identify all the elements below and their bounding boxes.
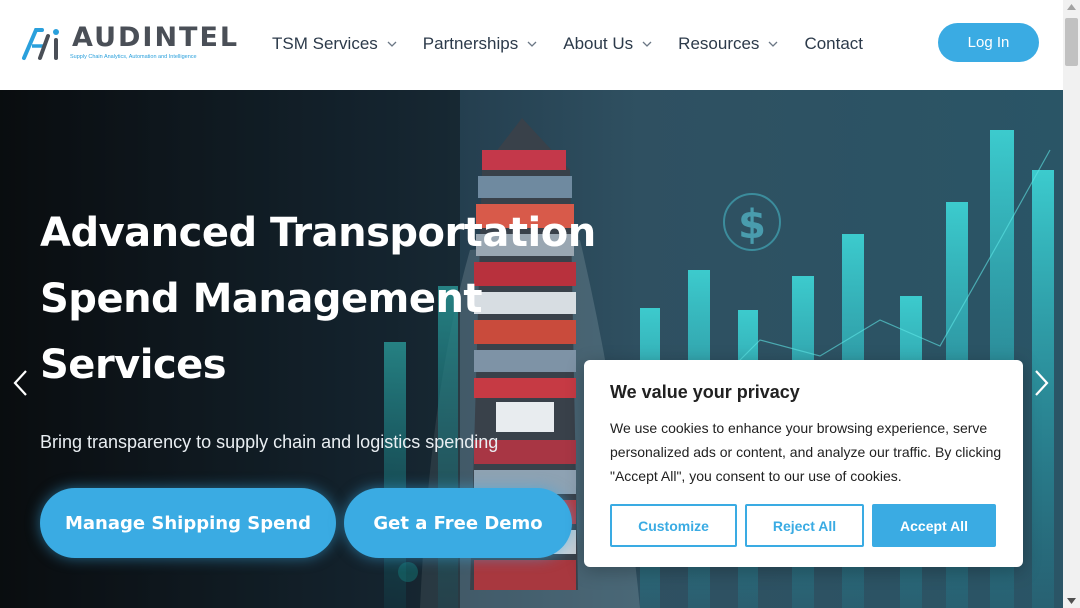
chevron-down-icon bbox=[642, 41, 652, 47]
manage-shipping-spend-button[interactable]: Manage Shipping Spend bbox=[40, 488, 336, 558]
chevron-down-icon bbox=[768, 41, 778, 47]
logo[interactable]: AUDINTEL Supply Chain Analytics, Automat… bbox=[20, 22, 237, 64]
nav-item-label: Resources bbox=[678, 34, 760, 53]
cookie-title: We value your privacy bbox=[610, 382, 800, 402]
hero-subtitle: Bring transparency to supply chain and l… bbox=[40, 432, 499, 452]
hero-title: Advanced Transportation Spend Management… bbox=[40, 210, 596, 388]
logo-mark-icon bbox=[22, 28, 59, 60]
nav-item-partnerships[interactable]: Partnerships bbox=[423, 34, 537, 54]
login-button[interactable]: Log In bbox=[938, 23, 1039, 62]
logo-tagline: Supply Chain Analytics, Automation and I… bbox=[70, 54, 197, 60]
dollar-icon: $ bbox=[738, 202, 766, 248]
site-header: AUDINTEL Supply Chain Analytics, Automat… bbox=[0, 0, 1063, 90]
chevron-down-icon bbox=[387, 41, 397, 47]
accept-all-button[interactable]: Accept All bbox=[872, 504, 996, 547]
nav-item-label: Contact bbox=[804, 34, 864, 53]
cookie-description: We use cookies to enhance your browsing … bbox=[610, 420, 1002, 484]
nav-item-label: TSM Services bbox=[272, 34, 378, 53]
chevron-right-icon[interactable] bbox=[1032, 368, 1052, 398]
logo-wordmark: AUDINTEL bbox=[72, 22, 240, 53]
nav-item-label: About Us bbox=[563, 34, 634, 53]
nav-item-label: Partnerships bbox=[422, 34, 519, 53]
scroll-up-icon[interactable] bbox=[1067, 4, 1076, 10]
chevron-left-icon[interactable] bbox=[10, 368, 30, 398]
reject-all-button[interactable]: Reject All bbox=[745, 504, 864, 547]
scroll-down-icon[interactable] bbox=[1067, 598, 1076, 604]
nav-item-resources[interactable]: Resources bbox=[678, 34, 778, 54]
nav-item-about-us[interactable]: About Us bbox=[563, 34, 652, 54]
cookie-consent-dialog: We value your privacy We use cookies to … bbox=[584, 360, 1023, 567]
get-free-demo-button[interactable]: Get a Free Demo bbox=[344, 488, 572, 558]
scroll-thumb[interactable] bbox=[1065, 18, 1078, 66]
chevron-down-icon bbox=[527, 41, 537, 47]
main-nav: TSM Services Partnerships About Us Resou… bbox=[272, 34, 889, 54]
page-scrollbar[interactable] bbox=[1063, 0, 1080, 608]
nav-item-tsm-services[interactable]: TSM Services bbox=[272, 34, 397, 54]
nav-item-contact[interactable]: Contact bbox=[804, 34, 863, 54]
customize-button[interactable]: Customize bbox=[610, 504, 737, 547]
